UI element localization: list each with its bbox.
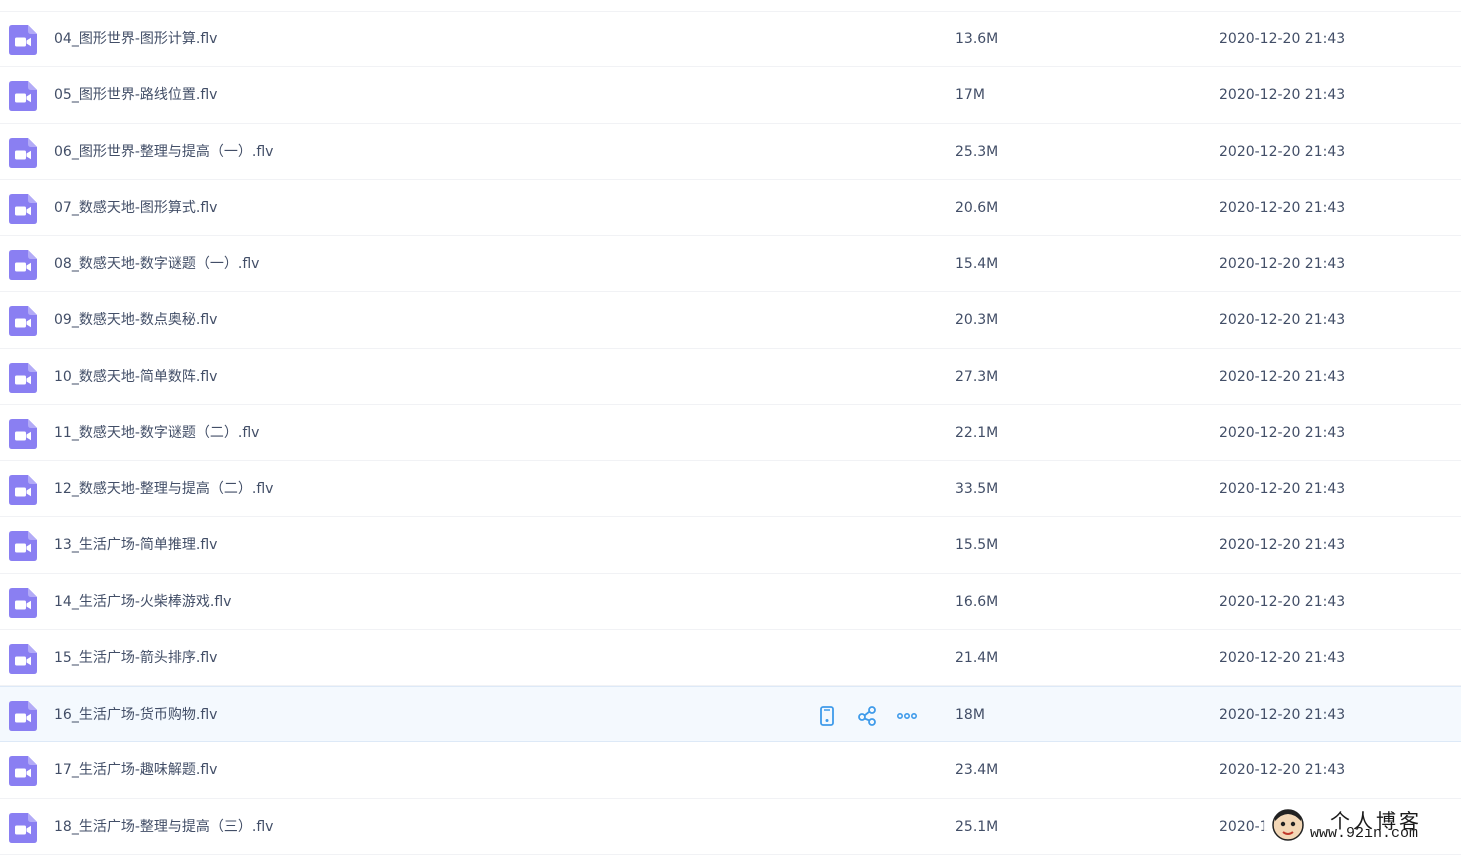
file-row[interactable]: 18_生活广场-整理与提高（三）.flv 25.1M 2020-1 — [0, 799, 1461, 855]
watermark: 个人博客 www.92in.com — [1264, 803, 1461, 847]
file-date: 2020-12-20 21:43 — [1219, 312, 1346, 329]
video-file-icon — [9, 193, 37, 224]
file-size: 33.5M — [955, 481, 999, 497]
file-list: 04_图形世界-图形计算.flv 13.6M 2020-12-20 21:43 — [0, 11, 1461, 855]
file-row[interactable]: 07_数感天地-图形算式.flv 20.6M 2020-12-20 21:43 — [0, 180, 1461, 236]
file-row[interactable]: 06_图形世界-整理与提高（一）.flv 25.3M 2020-12-20 21… — [0, 124, 1461, 180]
file-size: 25.3M — [955, 143, 999, 160]
file-date: 2020-12-20 21:43 — [1219, 707, 1346, 723]
file-name[interactable]: 11_数感天地-数字谜题（二）.flv — [54, 405, 259, 461]
video-file-icon — [9, 137, 37, 168]
file-row[interactable]: 14_生活广场-火柴棒游戏.flv 16.6M 2020-12-20 21:43 — [0, 574, 1461, 630]
file-date: 2020-12-20 21:43 — [1219, 481, 1346, 497]
video-file-icon — [9, 81, 37, 112]
file-date: 2020-12-20 21:43 — [1219, 368, 1346, 385]
file-name[interactable]: 13_生活广场-简单推理.flv — [54, 517, 217, 573]
file-size: 18M — [955, 707, 985, 723]
file-name[interactable]: 15_生活广场-箭头排序.flv — [54, 630, 217, 686]
file-size: 23.4M — [955, 762, 999, 779]
file-date: 2020-12-20 21:43 — [1219, 143, 1346, 160]
watermark-url: www.92in.com — [1310, 825, 1419, 842]
more-icon[interactable] — [896, 705, 918, 727]
file-name[interactable]: 14_生活广场-火柴棒游戏.flv — [54, 574, 231, 630]
file-name[interactable]: 08_数感天地-数字谜题（一）.flv — [54, 236, 259, 292]
phone-icon[interactable] — [816, 705, 838, 727]
video-file-icon — [9, 531, 37, 562]
file-name[interactable]: 18_生活广场-整理与提高（三）.flv — [54, 799, 273, 855]
file-name[interactable]: 04_图形世界-图形计算.flv — [54, 11, 217, 67]
file-date: 2020-12-20 21:43 — [1219, 87, 1346, 104]
file-row[interactable]: 04_图形世界-图形计算.flv 13.6M 2020-12-20 21:43 — [0, 11, 1461, 68]
file-size: 21.4M — [955, 649, 999, 666]
blog-logo-icon — [1272, 809, 1304, 841]
file-date: 2020-12-20 21:43 — [1219, 199, 1346, 216]
file-name[interactable]: 09_数感天地-数点奥秘.flv — [54, 292, 217, 348]
video-file-icon — [9, 250, 37, 280]
video-file-icon — [9, 25, 37, 55]
file-row[interactable]: 08_数感天地-数字谜题（一）.flv 15.4M 2020-12-20 21:… — [0, 236, 1461, 293]
video-file-icon — [9, 418, 37, 449]
video-file-icon — [9, 812, 37, 843]
file-row[interactable]: 12_数感天地-整理与提高（二）.flv 33.5M 2020-12-20 21… — [0, 461, 1461, 518]
video-file-icon — [9, 475, 37, 505]
file-size: 20.3M — [955, 312, 999, 329]
file-name[interactable]: 05_图形世界-路线位置.flv — [54, 67, 217, 123]
file-name[interactable]: 07_数感天地-图形算式.flv — [54, 180, 217, 236]
file-row[interactable]: 10_数感天地-简单数阵.flv 27.3M 2020-12-20 21:43 — [0, 349, 1461, 405]
file-row[interactable]: 09_数感天地-数点奥秘.flv 20.3M 2020-12-20 21:43 — [0, 292, 1461, 349]
file-date: 2020-12-20 21:43 — [1219, 762, 1346, 779]
video-file-icon — [9, 362, 37, 393]
file-date: 2020-12-20 21:43 — [1219, 593, 1346, 610]
file-size: 15.4M — [955, 256, 999, 272]
file-size: 22.1M — [955, 424, 999, 441]
file-name[interactable]: 16_生活广场-货币购物.flv — [54, 687, 217, 743]
file-name[interactable]: 12_数感天地-整理与提高（二）.flv — [54, 461, 273, 517]
file-date: 2020-1 — [1219, 818, 1269, 835]
file-date: 2020-12-20 21:43 — [1219, 31, 1346, 47]
file-date: 2020-12-20 21:43 — [1219, 256, 1346, 272]
file-size: 20.6M — [955, 199, 999, 216]
file-size: 16.6M — [955, 593, 999, 610]
video-file-icon — [9, 756, 37, 787]
file-row[interactable]: 16_生活广场-货币购物.flv 18M 2020-12-20 21:43 — [0, 686, 1461, 743]
file-size: 25.1M — [955, 818, 999, 835]
file-size: 15.5M — [955, 537, 999, 554]
file-row[interactable]: 15_生活广场-箭头排序.flv 21.4M 2020-12-20 21:43 — [0, 630, 1461, 686]
file-size: 13.6M — [955, 31, 999, 47]
video-file-icon — [9, 643, 37, 674]
file-name[interactable]: 06_图形世界-整理与提高（一）.flv — [54, 124, 273, 180]
file-row[interactable]: 05_图形世界-路线位置.flv 17M 2020-12-20 21:43 — [0, 67, 1461, 124]
video-file-icon — [9, 306, 37, 337]
video-file-icon — [9, 587, 37, 618]
file-date: 2020-12-20 21:43 — [1219, 537, 1346, 554]
file-size: 17M — [955, 87, 985, 104]
file-date: 2020-12-20 21:43 — [1219, 649, 1346, 666]
file-size: 27.3M — [955, 368, 999, 385]
file-date: 2020-12-20 21:43 — [1219, 424, 1346, 441]
file-row[interactable]: 13_生活广场-简单推理.flv 15.5M 2020-12-20 21:43 — [0, 517, 1461, 574]
file-row[interactable]: 17_生活广场-趣味解题.flv 23.4M 2020-12-20 21:43 — [0, 742, 1461, 799]
share-icon[interactable] — [856, 705, 878, 727]
file-row[interactable]: 11_数感天地-数字谜题（二）.flv 22.1M 2020-12-20 21:… — [0, 405, 1461, 461]
file-name[interactable]: 17_生活广场-趣味解题.flv — [54, 742, 217, 798]
file-name[interactable]: 10_数感天地-简单数阵.flv — [54, 349, 217, 405]
video-file-icon — [9, 701, 37, 731]
